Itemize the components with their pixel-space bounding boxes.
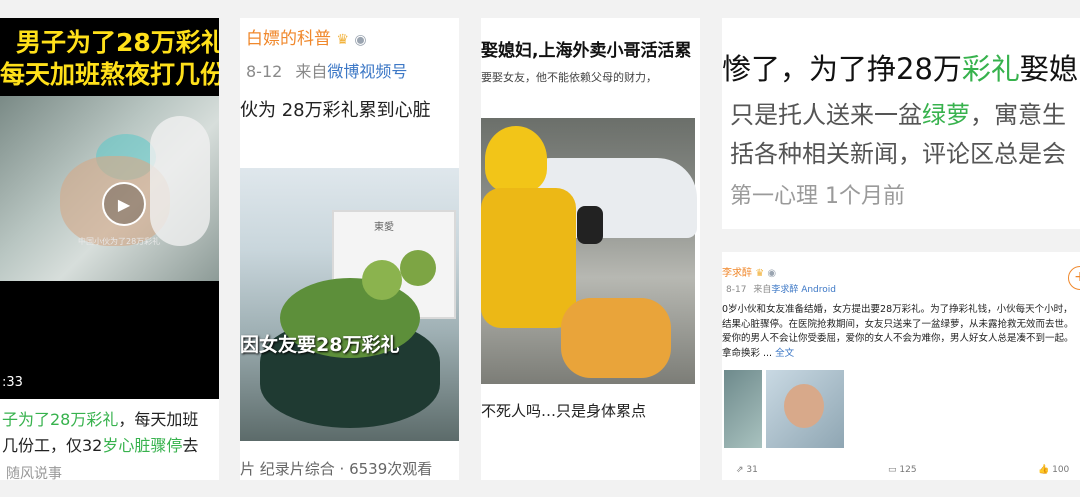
excerpt-highlight: 绿萝 [922, 101, 970, 129]
desc-text: 几份工，仅32 [2, 436, 103, 455]
excerpt-text: ，寓意生 [970, 101, 1066, 129]
video-footer: 片 纪录片综合 · 6539次观看 [240, 460, 433, 478]
plus-icon: + [1074, 269, 1080, 285]
play-button[interactable]: ▶ [102, 182, 146, 226]
play-icon: ▶ [117, 194, 131, 214]
video-card-1[interactable]: 男子为了28万彩礼 每天加班熬夜打几份 ▶ 中国小伙为了28万彩礼 :33 子为… [0, 18, 219, 480]
video-player[interactable]: 男子为了28万彩礼 每天加班熬夜打几份 ▶ 中国小伙为了28万彩礼 :33 [0, 18, 219, 399]
author-name[interactable]: 李求醉 [722, 268, 752, 279]
overlay-title-line1: 男子为了28万彩礼 [16, 28, 219, 57]
post-meta: 8-17 来自李求醉 Android [726, 282, 836, 295]
comment-count: 125 [899, 465, 917, 475]
post-description-line2: 几份工，仅32岁心脏骤停去 [2, 432, 198, 456]
patient-face [784, 384, 824, 428]
post-source-link[interactable]: 李求醉 Android [771, 285, 836, 295]
level-badge-icon: ◉ [767, 268, 777, 279]
like-action[interactable]: 👍 100 [1038, 465, 1069, 475]
news-title[interactable]: 娶媳妇,上海外卖小哥活活累 [481, 36, 700, 61]
desc-text-green: 子为了28万 [2, 410, 87, 429]
courier-helmet [485, 126, 547, 192]
post-meta: 8-12 来自微博视频号 [246, 58, 407, 82]
post-image-2[interactable] [766, 370, 844, 448]
crown-badge-icon: ♛ [336, 32, 349, 48]
article-card-4[interactable]: 惨了，为了挣28万彩礼娶媳 只是托人送来一盆绿萝，寓意生 括各种相关新闻，评论区… [722, 18, 1080, 229]
video-duration: :33 [2, 375, 23, 390]
expand-full-text-link[interactable]: 全文 [775, 348, 794, 359]
post-body: 0岁小伙和女友准备结婚，女方提出要28万彩礼。为了挣彩礼钱，小伙每天个小时，结果… [722, 303, 1078, 361]
headline-highlight: 彩礼 [961, 52, 1020, 86]
glove-hand [150, 116, 210, 246]
video-banner-text: 因女友要28万彩礼 [240, 334, 400, 356]
sign-label: 東愛 [374, 222, 394, 233]
scooter-blanket [561, 298, 671, 378]
flower-ball-2 [400, 250, 436, 286]
source-prefix: 来自 [753, 285, 772, 295]
article-excerpt-line1: 只是托人送来一盆绿萝，寓意生 [730, 95, 1066, 130]
source-prefix: 来自 [295, 62, 328, 81]
post-image-1[interactable] [724, 370, 762, 448]
author-name[interactable]: 白嫖的科普 [246, 29, 331, 49]
medal-badge-icon: ◉ [354, 32, 367, 48]
desc-text: ，每天加班 [118, 410, 199, 429]
video-card-2[interactable]: 白嫖的科普 ♛ ◉ 8-12 来自微博视频号 伙为 28万彩礼累到心脏 東愛 因… [240, 18, 459, 480]
post-description-line1: 子为了28万彩礼，每天加班 [2, 406, 198, 430]
courier-body [481, 188, 576, 328]
desc-highlight-cardiac: 岁心脏骤停 [102, 436, 183, 455]
headline-text: 惨了，为了挣28万 [722, 52, 962, 86]
post-source[interactable]: 随风说事 [6, 463, 62, 480]
like-count: 100 [1052, 465, 1070, 475]
article-excerpt-line2: 括各种相关新闻，评论区总是会 [730, 140, 1066, 168]
follow-button[interactable]: + [1068, 266, 1080, 290]
comment-action[interactable]: ▭ 125 [888, 465, 917, 475]
like-icon: 👍 [1038, 465, 1050, 475]
comment-icon: ▭ [888, 465, 897, 475]
news-photo[interactable] [481, 118, 697, 384]
post-date: 8-17 [726, 285, 747, 295]
news-caption: 不死人吗…只是身体累点 [481, 402, 647, 420]
article-headline: 惨了，为了挣28万彩礼娶媳 [722, 46, 1078, 88]
news-subtitle: 要娶女友，他不能依赖父母的财力， [481, 71, 657, 84]
excerpt-text: 只是托人送来一盆 [730, 101, 922, 129]
author-row: 白嫖的科普 ♛ ◉ [246, 24, 367, 49]
headline-text: 娶媳 [1019, 52, 1078, 86]
repost-count: 31 [746, 465, 758, 475]
post-date: 8-12 [246, 62, 283, 81]
flower-ball-1 [362, 260, 402, 300]
overlay-title-line2: 每天加班熬夜打几份 [0, 60, 219, 89]
video-thumbnail[interactable]: 東愛 因女友要28万彩礼 [240, 168, 459, 441]
article-meta: 第一心理 1个月前 [730, 184, 905, 209]
news-card-3[interactable]: 娶媳妇,上海外卖小哥活活累 要娶女友，他不能依赖父母的财力， 不死人吗…只是身体… [481, 18, 700, 480]
repost-icon: ⇗ [736, 465, 744, 475]
post-source-link[interactable]: 微博视频号 [327, 62, 407, 81]
repost-action[interactable]: ⇗ 31 [736, 465, 758, 475]
video-watermark: 中国小伙为了28万彩礼 [78, 237, 161, 246]
weibo-post-card-5[interactable]: 李求醉 ♛ ◉ 8-17 来自李求醉 Android + 0岁小伙和女友准备结婚… [722, 252, 1080, 480]
author-row: 李求醉 ♛ ◉ [722, 264, 776, 279]
desc-text: 去 [182, 436, 199, 455]
desc-highlight-caili: 彩礼 [86, 410, 119, 429]
post-text[interactable]: 伙为 28万彩礼累到心脏 [240, 96, 459, 122]
vip-badge-icon: ♛ [755, 268, 765, 279]
scooter-mirror [577, 206, 603, 244]
